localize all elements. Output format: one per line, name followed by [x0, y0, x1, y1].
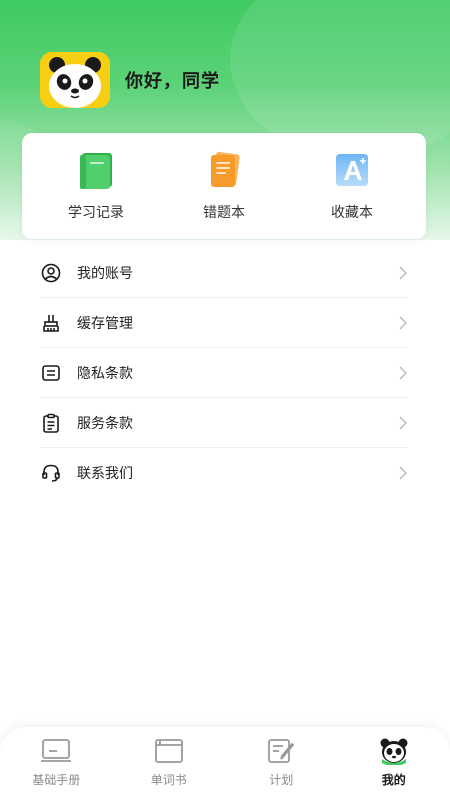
- panda-avatar-icon[interactable]: [40, 52, 110, 108]
- headset-icon: [40, 462, 62, 484]
- menu-item-label: 缓存管理: [77, 315, 133, 332]
- greeting-text: 你好，同学: [125, 71, 220, 92]
- tab-plan[interactable]: 计划: [236, 737, 326, 788]
- menu-item-label: 我的账号: [77, 265, 133, 282]
- manual-icon: [41, 739, 72, 762]
- user-circle-icon: [40, 262, 62, 284]
- blue-letter-a-icon: [336, 154, 368, 186]
- plan-icon: [268, 739, 295, 763]
- wordbook-icon: [154, 739, 183, 763]
- favorites-button[interactable]: 收藏本: [297, 150, 407, 222]
- panda-tab-icon: [380, 738, 408, 765]
- quick-action-label: 收藏本: [331, 205, 373, 221]
- tab-mine[interactable]: 我的: [349, 737, 439, 788]
- tab-label: 我的: [381, 773, 406, 787]
- menu-item-terms-of-service[interactable]: 服务条款: [40, 398, 408, 448]
- tab-wordbook[interactable]: 单词书: [124, 737, 214, 788]
- bottom-tab-bar: 基础手册 单词书 计划 我的: [0, 727, 450, 800]
- menu-item-cache-management[interactable]: 缓存管理: [40, 298, 408, 348]
- clipboard-icon: [40, 412, 62, 434]
- quick-actions-card: 学习记录 错题本 收藏本: [22, 133, 426, 239]
- menu-item-label: 服务条款: [77, 415, 133, 432]
- tab-label: 基础手册: [32, 773, 81, 787]
- menu-item-contact-us[interactable]: 联系我们: [40, 448, 408, 498]
- document-lines-icon: [40, 362, 62, 384]
- quick-action-label: 错题本: [203, 205, 245, 221]
- menu-item-my-account[interactable]: 我的账号: [40, 248, 408, 298]
- menu-item-label: 隐私条款: [77, 365, 133, 382]
- chevron-right-icon: [399, 316, 407, 329]
- tab-label: 单词书: [150, 773, 187, 787]
- chevron-right-icon: [399, 466, 407, 480]
- chevron-right-icon: [399, 416, 407, 429]
- settings-menu: 我的账号 缓存管理 隐私条款 服务条款 联系我们: [40, 248, 408, 498]
- orange-notebook-icon: [211, 151, 240, 187]
- study-record-button[interactable]: 学习记录: [41, 150, 151, 222]
- chevron-right-icon: [399, 266, 407, 279]
- chevron-right-icon: [399, 366, 407, 379]
- quick-action-label: 学习记录: [68, 205, 124, 221]
- broom-icon: [40, 312, 62, 334]
- profile-header: 你好，同学: [40, 52, 220, 108]
- tab-basic-manual[interactable]: 基础手册: [11, 737, 101, 788]
- wrong-questions-button[interactable]: 错题本: [169, 150, 279, 222]
- green-book-icon: [80, 153, 112, 189]
- menu-item-privacy-policy[interactable]: 隐私条款: [40, 348, 408, 398]
- tab-label: 计划: [269, 773, 294, 787]
- menu-item-label: 联系我们: [77, 466, 133, 482]
